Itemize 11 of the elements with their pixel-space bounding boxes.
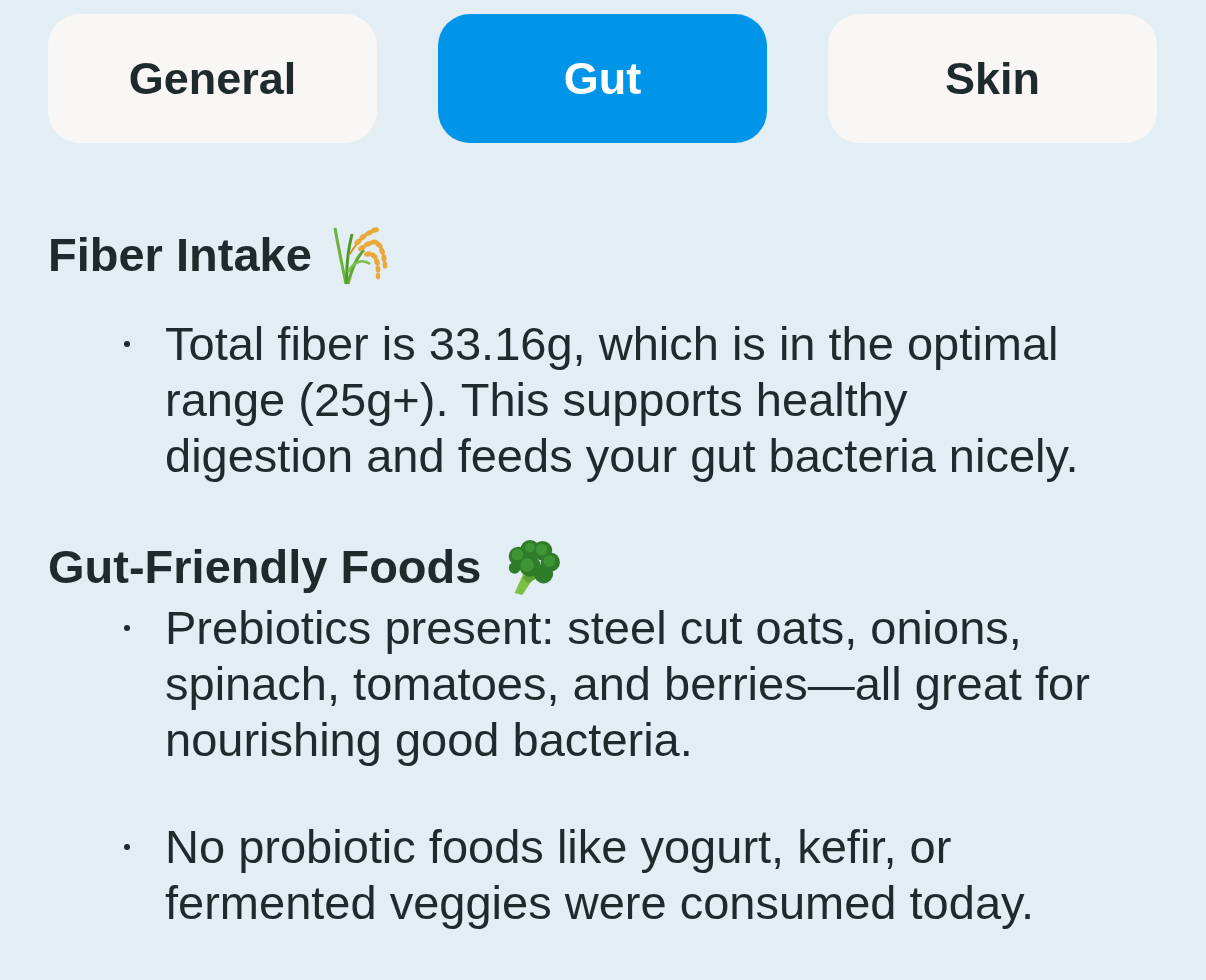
tab[interactable]: Skin [828, 14, 1157, 143]
section-heading: Fiber Intake [48, 227, 312, 283]
bullet-icon [124, 341, 130, 347]
bullet-text: Total fiber is 33.16g, which is in the optimal range (25g+). This supports healthy digestion and feeds your gut bacteria nicely. [165, 316, 1080, 484]
section-heading: Gut-Friendly Foods [48, 539, 482, 595]
bullet-icon [124, 625, 130, 631]
bullet-icon [124, 844, 130, 850]
bullet-text: No probiotic foods like yogurt, kefir, or fermented veggies were consumed today. [165, 819, 1036, 931]
rice-stalk-icon [331, 224, 390, 286]
tab[interactable]: General [48, 14, 377, 143]
bullet-text: Prebiotics present: steel cut oats, onions, spinach, tomatoes, and berries—all great for nourishing good bacteria. [165, 600, 1091, 768]
